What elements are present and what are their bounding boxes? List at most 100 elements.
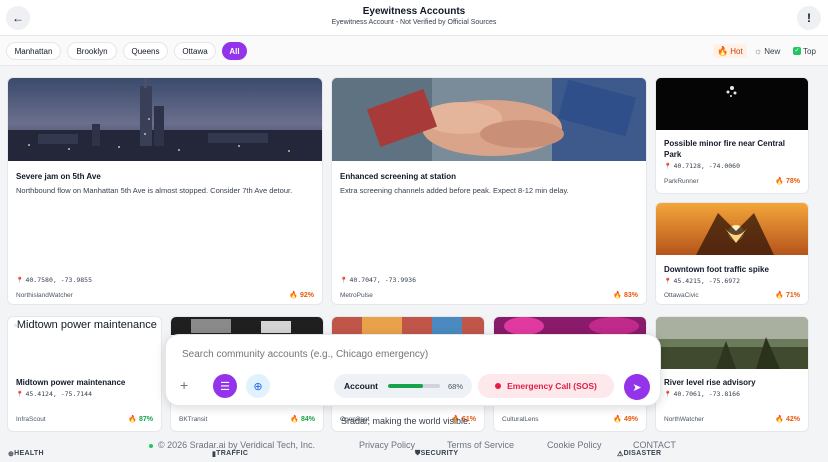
night-smoke-image — [656, 78, 808, 130]
card-author: InfraScout — [16, 416, 46, 423]
privacy-policy-link[interactable]: Privacy Policy — [359, 440, 415, 450]
coordinates-text: 45.4124, -75.7144 — [25, 390, 93, 398]
contact-link[interactable]: CONTACT — [633, 440, 676, 450]
tagline: Sradar, making the world visible. — [341, 416, 471, 426]
sort-new-label: New — [764, 46, 781, 56]
search-input[interactable] — [182, 349, 642, 360]
search-composer: + ☰ ⊕ Account 68% Emergency Call (SOS) ➤ — [165, 334, 661, 406]
card-score: 🔥 42% — [775, 415, 800, 423]
map-pin-icon: 📍 — [16, 391, 24, 398]
card-coordinates: 📍 40.7061, -73.8166 — [664, 390, 740, 398]
card-title: River level rise advisory — [664, 378, 756, 387]
card-score: 🔥 71% — [775, 291, 800, 299]
account-label: Account — [344, 381, 378, 391]
image-alt-text: Midtown power maintenance — [16, 319, 157, 331]
category-label: DISASTER — [623, 450, 662, 457]
exclamation-icon: ! — [807, 11, 811, 25]
card-author: BKTransit — [179, 416, 208, 423]
score-text: 71% — [785, 292, 800, 299]
flame-icon: 🔥 — [717, 45, 729, 56]
flame-icon: 🔥 — [775, 178, 785, 185]
category-disaster[interactable]: ⚠ DISASTER — [617, 450, 661, 458]
hands-image — [332, 78, 646, 161]
card-score: 🔥 78% — [775, 177, 800, 185]
account-card[interactable]: Severe jam on 5th Ave Northbound flow on… — [7, 77, 323, 305]
sort-new[interactable]: ☼ New — [750, 44, 784, 58]
card-score: 🔥 87% — [128, 415, 153, 423]
page-title: Eyewitness Accounts — [362, 6, 466, 17]
flame-icon: 🔥 — [128, 416, 138, 423]
flame-icon: 🔥 — [289, 292, 299, 299]
flame-icon: 🔥 — [613, 416, 623, 423]
map-pin-icon: 📍 — [16, 277, 24, 284]
terms-of-service-link[interactable]: Terms of Service — [447, 440, 514, 450]
status-dot-icon — [149, 444, 153, 448]
card-author: CulturalLens — [502, 416, 539, 423]
score-text: 84% — [300, 416, 315, 423]
category-traffic[interactable]: ▮ TRAFFIC — [212, 450, 248, 458]
category-health[interactable]: ⊕ HEALTH — [8, 450, 44, 458]
category-bar: ⊕ HEALTH ▮ TRAFFIC ⛊ SECURITY ⚠ DISASTER — [0, 450, 828, 462]
add-button[interactable]: + — [180, 377, 188, 393]
globe-button[interactable]: ⊕ — [246, 374, 270, 398]
copyright-text: © 2026 Sradar.ai by Veridical Tech, Inc. — [158, 440, 316, 450]
card-title: Possible minor fire near Central Park — [664, 139, 785, 159]
sort-hot[interactable]: 🔥 Hot — [713, 44, 747, 58]
account-card[interactable]: Downtown foot traffic spike 📍 45.4215, -7… — [655, 202, 809, 305]
card-score: 🔥 92% — [289, 291, 314, 299]
flame-icon: 🔥 — [775, 416, 785, 423]
colorful-image — [332, 317, 484, 335]
info-button[interactable]: ! — [797, 6, 821, 30]
card-author: NorthislandWatcher — [16, 292, 73, 299]
account-card[interactable]: Enhanced screening at station Extra scre… — [331, 77, 647, 305]
card-coordinates: 📍 40.7580, -73.9855 — [16, 276, 92, 284]
coordinates-text: 40.7047, -73.9936 — [349, 276, 417, 284]
account-card[interactable]: River level rise advisory 📍 40.7061, -73.… — [655, 316, 809, 432]
card-title: Downtown foot traffic spike — [664, 265, 769, 274]
chip-manhattan[interactable]: Manhattan — [6, 42, 61, 60]
map-pin-icon: 📍 — [664, 278, 672, 285]
flame-icon: 🔥 — [290, 416, 300, 423]
coordinates-text: 40.7061, -73.8166 — [673, 390, 741, 398]
score-text: 42% — [785, 416, 800, 423]
card-description: Northbound flow on Manhattan 5th Ave is … — [16, 186, 293, 195]
sun-icon: ☼ — [754, 46, 763, 56]
category-security[interactable]: ⛊ SECURITY — [415, 450, 458, 458]
account-progress-bar — [388, 384, 440, 388]
page-subtitle: Eyewitness Account - Not Verified by Off… — [331, 19, 497, 26]
sort-hot-label: Hot — [730, 46, 743, 56]
card-author: MetroPulse — [340, 292, 373, 299]
list-icon: ☰ — [220, 380, 230, 393]
score-text: 49% — [623, 416, 638, 423]
category-label: SECURITY — [420, 450, 459, 457]
chip-brooklyn[interactable]: Brooklyn — [67, 42, 117, 60]
card-coordinates: 📍 45.4124, -75.7144 — [16, 390, 92, 398]
sort-top[interactable]: ✓ Top — [789, 44, 820, 58]
coordinates-text: 40.7128, -74.0060 — [673, 162, 741, 170]
emergency-sos-button[interactable]: Emergency Call (SOS) — [478, 374, 614, 398]
score-text: 83% — [623, 292, 638, 299]
filter-bar: Manhattan Brooklyn Queens Ottawa All 🔥 Ho… — [0, 36, 828, 66]
card-title: Severe jam on 5th Ave — [16, 172, 101, 181]
card-title: Midtown power maintenance — [16, 378, 126, 387]
card-coordinates: 📍 45.4215, -75.6972 — [664, 277, 740, 285]
flame-icon: 🔥 — [775, 292, 785, 299]
check-icon: ✓ — [793, 47, 801, 55]
sos-label: Emergency Call (SOS) — [507, 381, 597, 391]
account-progress[interactable]: Account 68% — [334, 374, 472, 398]
chip-all[interactable]: All — [222, 42, 247, 60]
send-button[interactable]: ➤ — [624, 374, 650, 400]
coordinates-text: 40.7580, -73.9855 — [25, 276, 93, 284]
account-card[interactable]: Possible minor fire near Central Park 📍 4… — [655, 77, 809, 194]
cookie-policy-link[interactable]: Cookie Policy — [547, 440, 602, 450]
send-icon: ➤ — [632, 381, 642, 394]
card-title: Enhanced screening at station — [340, 172, 457, 181]
card-coordinates: 📍 40.7128, -74.0060 — [664, 162, 740, 170]
sort-top-label: Top — [803, 46, 816, 56]
account-card[interactable]: ▫Midtown power maintenance Midtown power… — [7, 316, 162, 432]
grayscale-image — [171, 317, 323, 335]
chip-queens[interactable]: Queens — [123, 42, 168, 60]
list-view-button[interactable]: ☰ — [213, 374, 237, 398]
city-skyline-image — [8, 78, 322, 161]
chip-ottawa[interactable]: Ottawa — [174, 42, 216, 60]
